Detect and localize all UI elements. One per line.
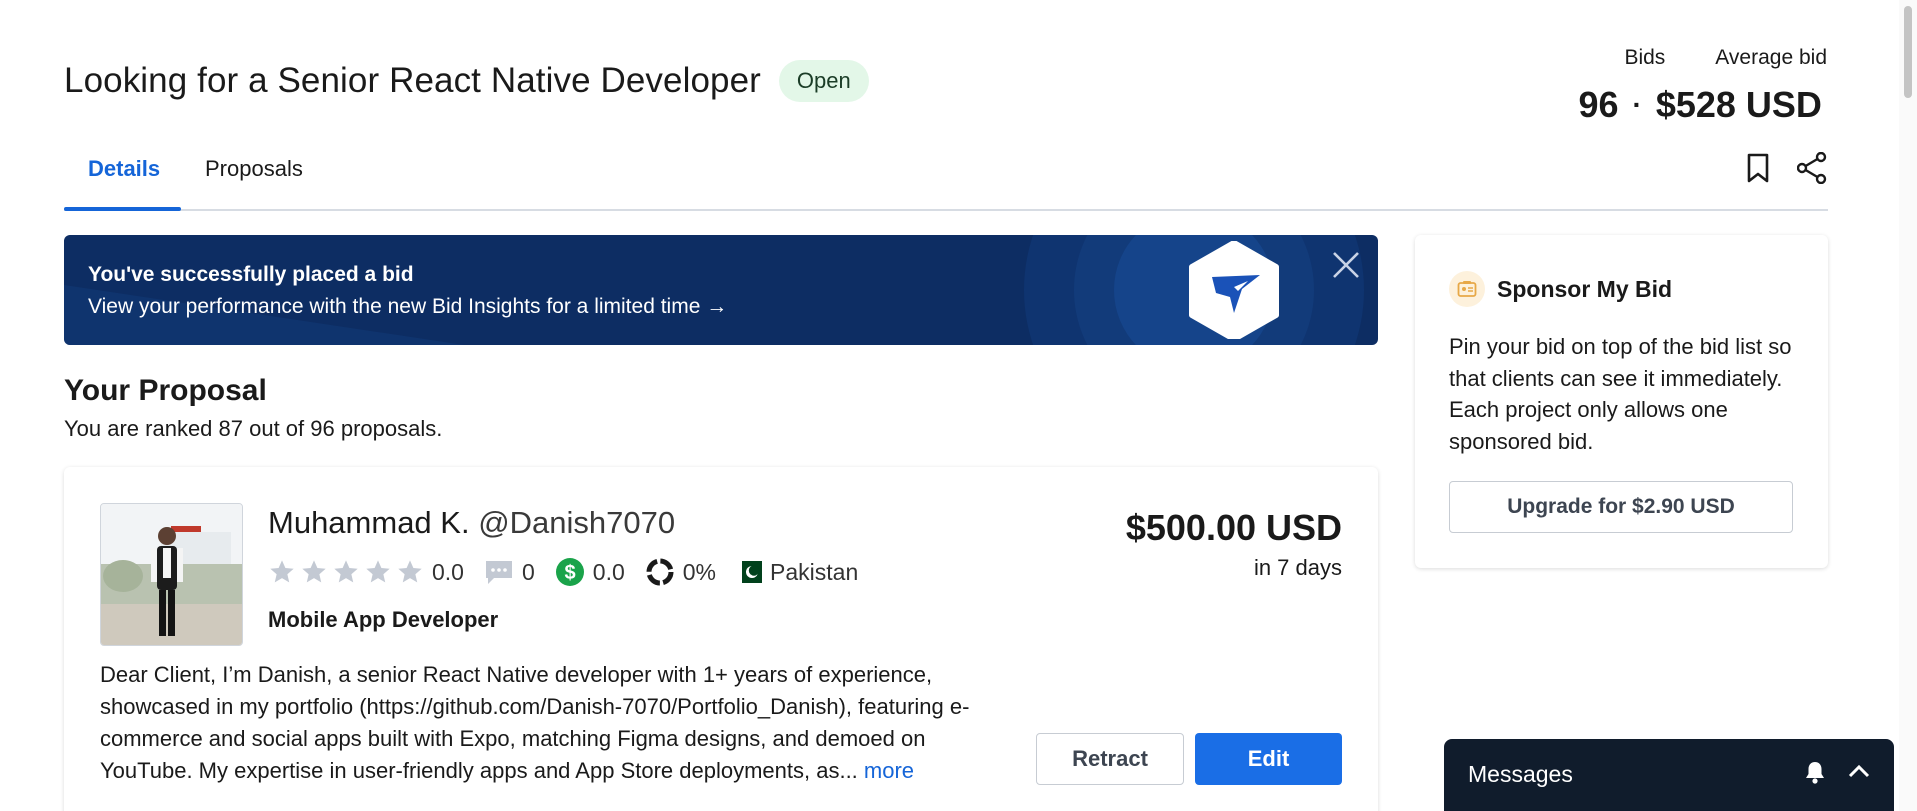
page-title: Looking for a Senior React Native Develo…: [64, 61, 761, 100]
bidder-name-row: Muhammad K. @Danish7070: [268, 505, 675, 541]
svg-text:$: $: [564, 562, 575, 584]
reviews-icon: [485, 561, 512, 584]
proposal-section-title: Your Proposal: [64, 374, 267, 407]
bids-count: 96: [1578, 84, 1619, 125]
avatar[interactable]: [100, 503, 243, 646]
star-icon: [366, 560, 390, 583]
upgrade-button[interactable]: Upgrade for $2.90 USD: [1449, 481, 1793, 533]
completion-rate: 0%: [682, 558, 717, 585]
bid-amount: $500.00 USD: [1125, 507, 1342, 548]
country-name: Pakistan: [770, 558, 859, 585]
completion-rate-icon: [646, 558, 674, 586]
bid-stats: Bids Average bid 96 · $528 USD: [1578, 46, 1827, 126]
bids-label: Bids: [1624, 46, 1666, 69]
close-icon[interactable]: [1328, 247, 1364, 283]
bidder-role: Mobile App Developer: [268, 607, 499, 632]
tab-bar: Details Proposals: [64, 150, 1828, 211]
status-badge: Open: [778, 60, 869, 102]
sponsor-title: Sponsor My Bid: [1497, 275, 1673, 302]
bid-success-banner[interactable]: You've successfully placed a bid View yo…: [64, 235, 1378, 345]
pakistan-flag-icon: [736, 561, 763, 583]
star-rating: [268, 558, 424, 586]
star-icon: [270, 560, 294, 583]
messages-widget[interactable]: Messages: [1444, 739, 1894, 811]
chevron-up-icon[interactable]: [1846, 759, 1872, 790]
tab-details[interactable]: Details: [88, 156, 160, 182]
bidder-name[interactable]: Muhammad K.: [268, 505, 470, 540]
share-icon[interactable]: [1796, 152, 1828, 184]
sponsor-bid-card: Sponsor My Bid Pin your bid on top of th…: [1415, 235, 1828, 568]
freelancer-bird-logo-icon: [1189, 241, 1279, 339]
earnings-score: 0.0: [592, 558, 625, 585]
sponsor-badge-icon: [1449, 271, 1485, 307]
scrollbar-thumb[interactable]: [1904, 6, 1912, 98]
bell-icon[interactable]: [1804, 759, 1826, 790]
edit-button[interactable]: Edit: [1195, 733, 1342, 785]
banner-title: You've successfully placed a bid: [88, 263, 414, 286]
bid-duration: in 7 days: [1253, 555, 1342, 580]
page-scrollbar[interactable]: [1899, 0, 1917, 811]
star-icon: [334, 560, 358, 583]
reviews-count: 0: [521, 558, 535, 585]
star-icon: [398, 560, 422, 583]
rating-value: 0.0: [432, 558, 464, 585]
sponsor-description: Pin your bid on top of the bid list so t…: [1449, 334, 1792, 454]
bidder-metrics: 0.0 0 $ 0.0 0% Pakistan: [268, 557, 878, 587]
more-link[interactable]: more: [864, 758, 914, 783]
proposal-description-text: Dear Client, I’m Danish, a senior React …: [100, 662, 970, 783]
average-bid-value: $528 USD: [1655, 84, 1822, 125]
average-bid-label: Average bid: [1715, 46, 1827, 69]
earnings-dollar-icon: $: [555, 558, 584, 586]
star-icon: [302, 560, 326, 583]
proposal-rank-text: You are ranked 87 out of 96 proposals.: [64, 416, 443, 441]
bid-insights-link[interactable]: View your performance with the new Bid I…: [88, 295, 727, 319]
proposal-card: Muhammad K. @Danish7070 0.0 0 $ 0.0 0% P…: [64, 467, 1378, 811]
messages-label: Messages: [1468, 761, 1573, 787]
tab-proposals[interactable]: Proposals: [205, 156, 303, 182]
proposal-description: Dear Client, I’m Danish, a senior React …: [100, 659, 1020, 787]
bidder-handle: @Danish7070: [478, 505, 676, 540]
active-tab-indicator: [64, 207, 181, 211]
retract-button[interactable]: Retract: [1036, 733, 1184, 785]
bookmark-icon[interactable]: [1742, 152, 1774, 184]
stats-separator: ·: [1632, 89, 1642, 120]
project-header: Looking for a Senior React Native Develo…: [64, 60, 869, 102]
